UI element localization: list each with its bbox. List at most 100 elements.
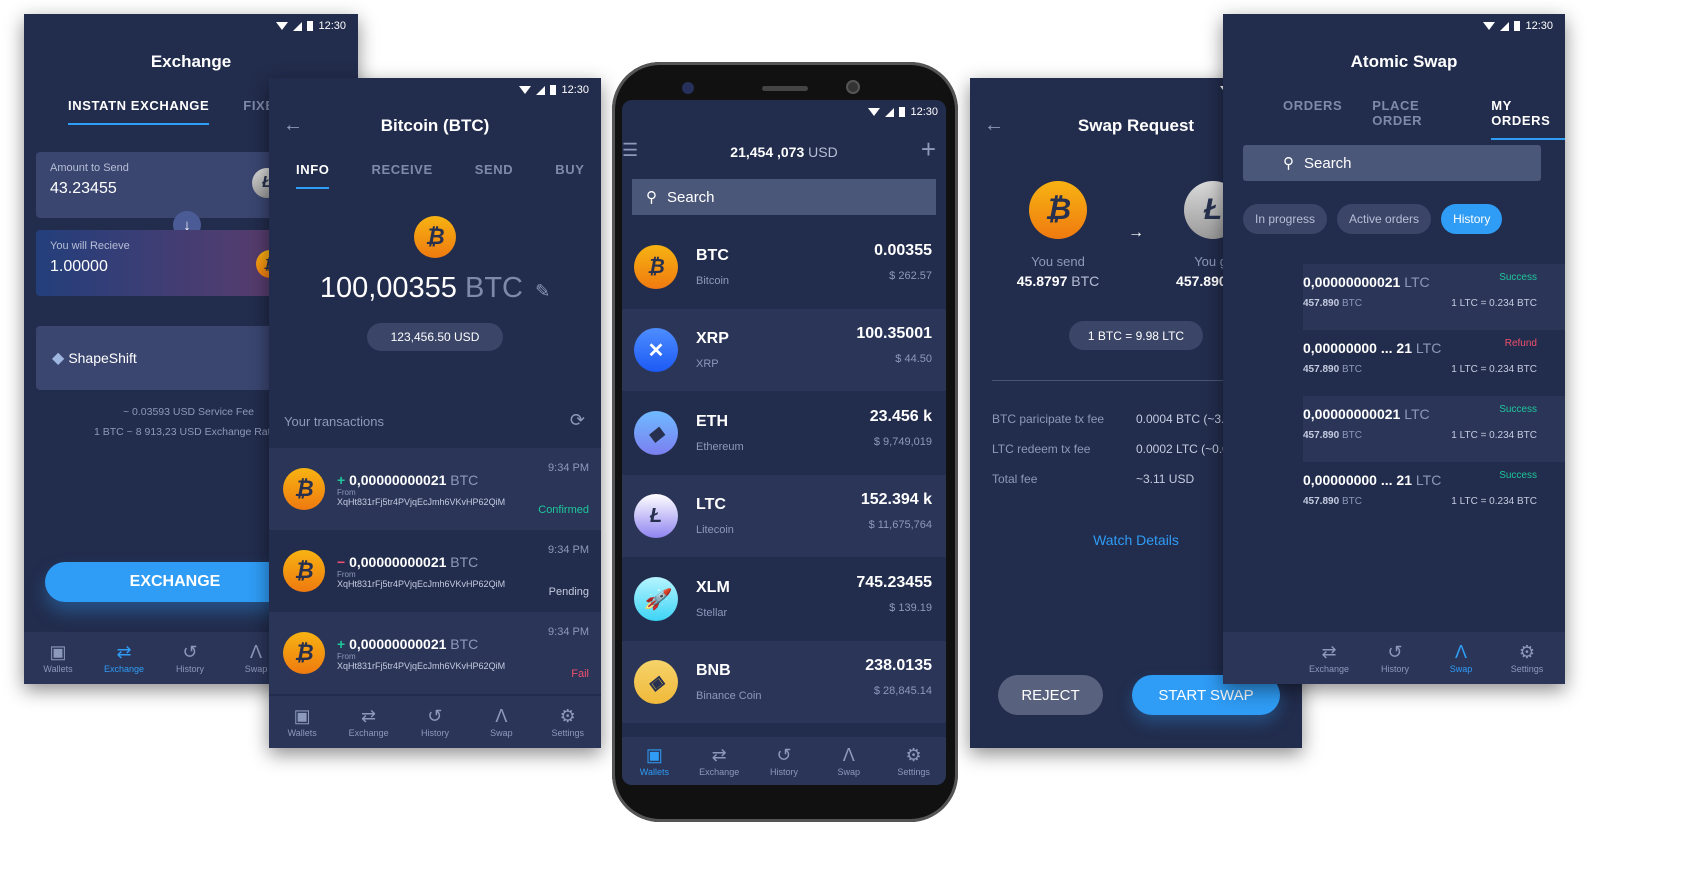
tab-send[interactable]: SEND xyxy=(475,162,514,189)
battery-icon xyxy=(307,21,314,31)
history-icon: ↺ xyxy=(182,642,198,662)
transaction-row[interactable]: ₿ − 0,00000000021 BTC From XqHt831rFj5tr… xyxy=(269,530,601,612)
tx-status: Pending xyxy=(548,586,589,598)
filter-in-progress[interactable]: In progress xyxy=(1243,204,1328,234)
exchange-button[interactable]: EXCHANGE xyxy=(45,562,305,602)
btc-icon: ₿ xyxy=(283,550,325,592)
asset-usd: $ 139.19 xyxy=(889,602,932,614)
asset-row-xlm[interactable]: 🚀 XLM Stellar 745.23455 $ 139.19 xyxy=(622,558,946,640)
send-label: Amount to Send xyxy=(50,162,129,174)
tx-time: 9:34 PM xyxy=(548,462,589,474)
address: XqHt831rFj5tr4PVjqEcJmh6VKvHP62QiM xyxy=(337,578,506,589)
gear-icon: ⚙ xyxy=(905,745,922,765)
asset-usd: $ 44.50 xyxy=(895,353,932,365)
receive-amount-field[interactable]: You will Recieve 1.00000 ₿ xyxy=(36,230,286,296)
nav-exchange[interactable]: ⇄ Exchange xyxy=(339,706,399,738)
exchange-icon: ⇄ xyxy=(361,706,377,726)
tab-info[interactable]: INFO xyxy=(296,162,330,189)
amount-to-send-field[interactable]: Amount to Send 43.23455 Ł xyxy=(36,152,286,218)
transaction-row[interactable]: ₿ + 0,00000000021 BTC From XqHt831rFj5tr… xyxy=(269,448,601,530)
exchange-icon: ⇄ xyxy=(116,642,132,662)
asset-balance: 0.00355 xyxy=(874,242,932,259)
filter-active-orders[interactable]: Active orders xyxy=(1337,204,1432,234)
status-bar: 12:30 xyxy=(1483,20,1553,32)
front-sensor-icon xyxy=(846,80,860,94)
search-icon: ⚲ xyxy=(646,189,657,206)
service-fee: ~ 0.03593 USD Service Fee xyxy=(122,406,254,418)
order-status: Success xyxy=(1499,404,1537,415)
asset-balance: 23.456 k xyxy=(869,408,932,425)
nav-exchange[interactable]: ⇄ Exchange xyxy=(94,642,154,674)
nav-settings[interactable]: ⚙ Settings xyxy=(884,745,944,777)
asset-row-bnb[interactable]: ◈ BNB Binance Coin 238.0135 $ 28,845.14 xyxy=(622,641,946,723)
wallet-icon: ▣ xyxy=(645,745,663,765)
camera-icon xyxy=(682,82,694,94)
search-input[interactable]: ⚲ Search xyxy=(632,179,936,215)
nav-history[interactable]: ↺ History xyxy=(1365,642,1425,674)
asset-balance: 100.35001 xyxy=(856,325,932,342)
order-row[interactable]: 0,00000000021 LTC 457.890 BTC Success 1 … xyxy=(1303,396,1565,462)
balance: 100,00355 BTC ✎ xyxy=(319,272,551,304)
add-icon[interactable]: + xyxy=(921,134,936,165)
exchange-icon: ⇄ xyxy=(1321,642,1337,662)
reject-button[interactable]: REJECT xyxy=(998,675,1103,715)
address: XqHt831rFj5tr4PVjqEcJmh6VKvHP62QiM xyxy=(337,496,506,507)
nav-history[interactable]: ↺ History xyxy=(405,706,465,738)
tx-time: 9:34 PM xyxy=(548,626,589,638)
nav-settings[interactable]: ⚙ Settings xyxy=(538,706,598,738)
wifi-icon xyxy=(276,22,289,30)
provider-card[interactable]: ◆ ShapeShift xyxy=(36,326,286,390)
status-time: 12:30 xyxy=(318,20,346,32)
edit-pencil-icon[interactable]: ✎ xyxy=(535,281,550,301)
tab-instant-exchange[interactable]: INSTATN EXCHANGE xyxy=(68,98,210,125)
receive-label: You will Recieve xyxy=(50,240,130,252)
wifi-icon xyxy=(519,86,532,94)
order-status: Success xyxy=(1499,470,1537,481)
nav-exchange[interactable]: ⇄ Exchange xyxy=(689,745,749,777)
arrow-right-icon: → xyxy=(1128,224,1144,241)
order-row[interactable]: 0,00000000021 LTC 457.890 BTC Success 1 … xyxy=(1303,264,1565,330)
nav-swap[interactable]: Λ Swap xyxy=(1431,642,1491,674)
nav-exchange[interactable]: ⇄ Exchange xyxy=(1299,642,1359,674)
nav-settings[interactable]: ⚙ Settings xyxy=(1497,642,1557,674)
asset-row-ltc[interactable]: Ł LTC Litecoin 152.394 k $ 11,675,764 xyxy=(622,475,946,557)
order-row[interactable]: 0,00000000 ... 21 LTC 457.890 BTC Refund… xyxy=(1303,330,1565,396)
tx-status: Confirmed xyxy=(538,504,589,516)
tab-place-order[interactable]: PLACE ORDER xyxy=(1372,98,1461,140)
asset-row-xrp[interactable]: ✕ XRP XRP 100.35001 $ 44.50 xyxy=(622,309,946,391)
tab-my-orders[interactable]: MY ORDERS xyxy=(1491,98,1565,140)
tab-buy[interactable]: BUY xyxy=(555,162,584,189)
nav-wallets[interactable]: ▣ Wallets xyxy=(272,706,332,738)
gear-icon: ⚙ xyxy=(1518,642,1536,662)
gear-icon: ⚙ xyxy=(559,706,576,726)
tab-receive[interactable]: RECEIVE xyxy=(371,162,432,189)
nav-swap[interactable]: Λ Swap xyxy=(471,706,531,738)
btc-icon: ₿ xyxy=(283,468,325,510)
btc-icon: ₿ xyxy=(283,632,325,674)
asset-row-btc[interactable]: ₿ BTC Bitcoin 0.00355 $ 262.57 xyxy=(622,226,946,308)
wifi-icon xyxy=(1483,22,1496,30)
nav-history[interactable]: ↺ History xyxy=(754,745,814,777)
filter-history[interactable]: History xyxy=(1441,204,1503,234)
refresh-icon[interactable]: ⟳ xyxy=(570,410,585,431)
order-row[interactable]: 0,00000000 ... 21 LTC 457.890 BTC Succes… xyxy=(1303,462,1565,528)
nav-swap[interactable]: Λ Swap xyxy=(819,745,879,777)
search-input[interactable]: ⚲ Search xyxy=(1243,145,1541,181)
swap-icon: Λ xyxy=(1454,642,1468,662)
order-rate: 1 LTC = 0.234 BTC xyxy=(1451,298,1537,309)
order-rate: 1 LTC = 0.234 BTC xyxy=(1451,496,1537,507)
nav-wallets[interactable]: ▣ Wallets xyxy=(28,642,88,674)
tab-orders[interactable]: ORDERS xyxy=(1283,98,1342,140)
nav-history[interactable]: ↺ History xyxy=(160,642,220,674)
nav-wallets[interactable]: ▣ Wallets xyxy=(624,745,684,777)
tx-time: 9:34 PM xyxy=(548,544,589,556)
asset-row-eth[interactable]: ◆ ETH Ethereum 23.456 k $ 9,749,019 xyxy=(622,392,946,474)
asset-balance: 238.0135 xyxy=(865,657,932,674)
btc-icon: ₿ xyxy=(1029,181,1087,239)
swap-icon: Λ xyxy=(249,642,263,662)
rate-badge: 1 BTC = 9.98 LTC xyxy=(1069,321,1203,350)
sign: − xyxy=(337,553,346,570)
asset-balance: 152.394 k xyxy=(860,491,932,508)
transaction-row[interactable]: ₿ + 0,00000000021 BTC From XqHt831rFj5tr… xyxy=(269,612,601,694)
btc-icon: ₿ xyxy=(414,216,456,258)
